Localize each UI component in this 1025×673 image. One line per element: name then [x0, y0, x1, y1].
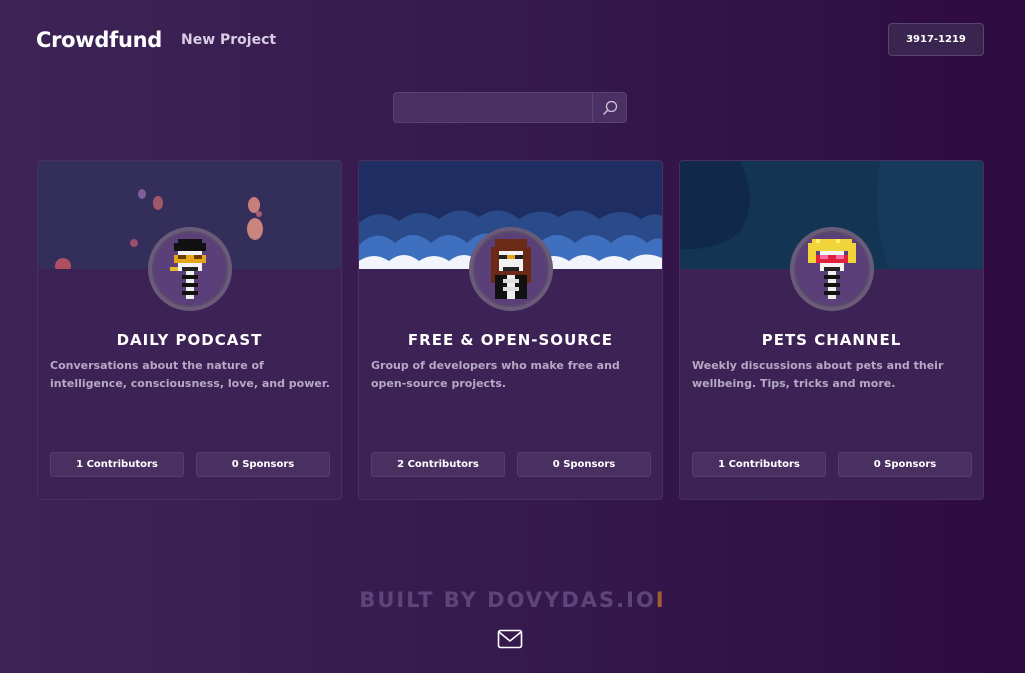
account-button[interactable]: 3917-1219	[888, 23, 984, 56]
avatar	[469, 227, 553, 311]
text-cursor: I	[655, 588, 666, 612]
new-project-link[interactable]: New Project	[181, 32, 276, 48]
project-card-free-open-source[interactable]: FREE & OPEN-SOURCE Group of developers w…	[358, 160, 663, 500]
sponsors-button[interactable]: 0 Sponsors	[838, 452, 972, 477]
project-card-pets-channel[interactable]: PETS CHANNEL Weekly discussions about pe…	[679, 160, 984, 500]
contributors-button[interactable]: 1 Contributors	[50, 452, 184, 477]
sponsors-button[interactable]: 0 Sponsors	[517, 452, 651, 477]
built-by-label: BUILT BY DOVYDAS.IO	[359, 588, 656, 612]
avatar	[790, 227, 874, 311]
contributors-button[interactable]: 1 Contributors	[692, 452, 826, 477]
built-by-credit[interactable]: BUILT BY DOVYDAS.IOI	[0, 588, 1025, 612]
card-description: Conversations about the nature of intell…	[50, 359, 330, 390]
card-description: Group of developers who make free and op…	[371, 359, 620, 390]
search-icon	[602, 100, 617, 115]
search-input[interactable]	[394, 93, 592, 122]
sponsors-button[interactable]: 0 Sponsors	[196, 452, 330, 477]
search-bar	[393, 92, 627, 123]
card-description: Weekly discussions about pets and their …	[692, 359, 944, 390]
search-button[interactable]	[592, 93, 626, 122]
top-navbar: Crowdfund New Project 3917-1219	[0, 0, 1025, 80]
card-title: DAILY PODCAST	[116, 331, 263, 349]
card-title: FREE & OPEN-SOURCE	[407, 331, 614, 349]
project-card-daily-podcast[interactable]: DAILY PODCAST Conversations about the na…	[37, 160, 342, 500]
brand-logo[interactable]: Crowdfund	[36, 28, 162, 52]
card-title: PETS CHANNEL	[761, 331, 902, 349]
contributors-button[interactable]: 2 Contributors	[371, 452, 505, 477]
avatar	[148, 227, 232, 311]
mail-icon[interactable]	[497, 628, 523, 650]
